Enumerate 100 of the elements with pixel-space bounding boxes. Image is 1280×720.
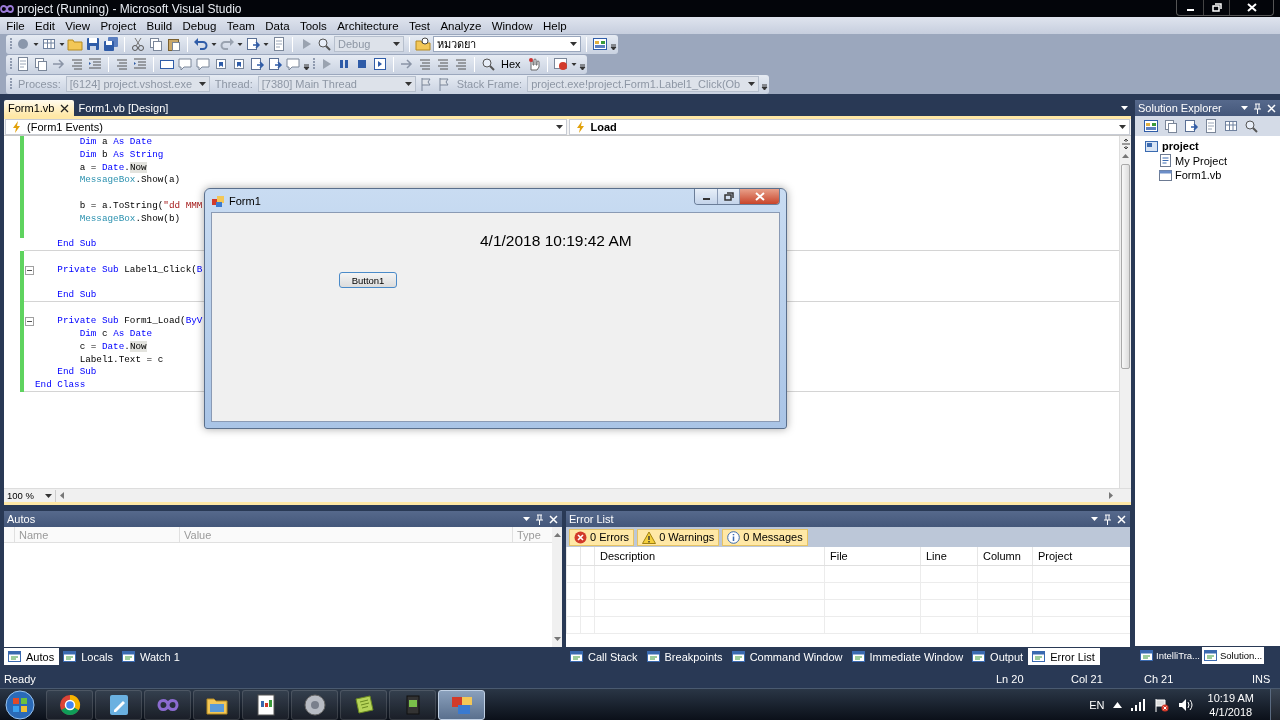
speaker-icon[interactable] <box>1177 697 1194 712</box>
column-header[interactable]: Project <box>1032 547 1128 565</box>
collapse-icon[interactable] <box>25 317 34 327</box>
close-icon <box>754 192 765 201</box>
form-button[interactable]: Button1 <box>339 272 397 288</box>
page-icon[interactable] <box>15 56 31 72</box>
menu-item[interactable]: Debug <box>177 19 222 32</box>
window-grid-icon[interactable] <box>592 36 608 52</box>
page-icon[interactable] <box>271 36 287 52</box>
toolbar-grip[interactable] <box>9 36 13 52</box>
menu-item[interactable]: Project <box>95 19 142 32</box>
hex-button[interactable]: Hex <box>498 57 524 71</box>
tree-item[interactable]: project <box>1162 140 1199 153</box>
page-arrow-icon[interactable] <box>245 36 261 52</box>
menu-item[interactable]: Edit <box>29 19 61 32</box>
collapse-icon[interactable] <box>25 265 34 275</box>
signal-icon[interactable] <box>1129 698 1146 711</box>
panel-title: Solution Explorer <box>1138 102 1222 114</box>
panel-tab[interactable]: Watch 1 <box>117 648 185 665</box>
bookmark-icon[interactable] <box>213 56 229 72</box>
floppy-disks-icon[interactable] <box>103 36 119 52</box>
toolbar-grip[interactable] <box>9 56 13 72</box>
panel-tab[interactable]: Breakpoints <box>642 648 728 665</box>
toolbar-grip[interactable] <box>312 56 316 72</box>
clock-time[interactable]: 10:19 AM <box>1207 690 1254 705</box>
copy-icon[interactable] <box>1163 118 1179 134</box>
dropdown-arrow-icon[interactable] <box>523 517 530 521</box>
magnifier-icon[interactable] <box>316 36 332 52</box>
panel-tab[interactable]: IntelliTra... <box>1138 647 1202 664</box>
document-tab[interactable]: Form1.vb <box>4 100 75 116</box>
grid-icon[interactable] <box>1223 118 1239 134</box>
language-indicator[interactable]: EN <box>1089 698 1105 711</box>
menu-item[interactable]: File <box>1 19 30 32</box>
vertical-scrollbar[interactable] <box>552 527 562 647</box>
column-header[interactable]: File <box>824 547 920 565</box>
grid-icon[interactable] <box>41 36 57 52</box>
page-icon[interactable] <box>1203 118 1219 134</box>
pin-icon[interactable] <box>1103 513 1112 525</box>
column-header[interactable]: Line <box>920 547 977 565</box>
dropdown-arrow-icon[interactable] <box>1091 517 1098 521</box>
filter-button[interactable]: 0 Warnings <box>637 528 720 546</box>
clipboard-icon[interactable] <box>166 36 182 52</box>
window-grid-icon[interactable] <box>1143 118 1159 134</box>
dropdown-arrow-icon[interactable] <box>1121 106 1128 110</box>
panel-tab[interactable]: Output <box>968 648 1029 665</box>
menu-item[interactable]: Data <box>260 19 295 32</box>
menu-item[interactable]: Tools <box>294 19 332 32</box>
taskbar-button[interactable] <box>438 689 485 720</box>
toolbar-grip[interactable] <box>9 76 13 92</box>
panel-tab[interactable]: Autos <box>4 648 60 665</box>
clock-date[interactable]: 4/1/2018 <box>1209 704 1253 719</box>
filter-button[interactable]: 0 Messages <box>722 528 808 546</box>
show-desktop-button[interactable] <box>1270 688 1280 720</box>
menu-item[interactable]: Window <box>486 19 538 32</box>
zoom-dropdown[interactable]: 100 % <box>4 489 56 502</box>
folder-magnifier-icon[interactable] <box>415 36 431 52</box>
undo-icon[interactable] <box>193 36 209 52</box>
panel-tab[interactable]: Solution... <box>1202 647 1265 664</box>
menu-item[interactable]: Test <box>403 19 436 32</box>
method-dropdown[interactable]: Load <box>568 119 1130 135</box>
menu-item[interactable]: Architecture <box>332 19 404 32</box>
magnifier-icon[interactable] <box>1243 118 1259 134</box>
menu-item[interactable]: View <box>60 19 96 32</box>
panel-tab[interactable]: Call Stack <box>566 648 643 665</box>
pin-icon[interactable] <box>535 513 544 525</box>
tree-item[interactable]: My Project <box>1175 154 1227 167</box>
scissors-icon[interactable] <box>130 36 146 52</box>
close-icon[interactable] <box>60 103 70 113</box>
menu-item[interactable]: Team <box>221 19 261 32</box>
menu-item[interactable]: Build <box>141 19 178 32</box>
close-icon <box>1246 3 1257 12</box>
pin-icon[interactable] <box>1253 102 1262 114</box>
page-arrow-icon[interactable] <box>249 56 265 72</box>
panel-tab[interactable]: Error List <box>1028 648 1100 665</box>
tree-item[interactable]: Form1.vb <box>1175 169 1222 182</box>
menu-item[interactable]: Analyze <box>435 19 487 32</box>
filter-button[interactable]: 0 Errors <box>569 528 635 546</box>
panel-tab[interactable]: Immediate Window <box>847 648 969 665</box>
copy-icon[interactable] <box>33 56 49 72</box>
page-arrow-icon[interactable] <box>267 56 283 72</box>
vertical-scrollbar[interactable] <box>1119 136 1131 488</box>
panel-tab[interactable]: Command Window <box>727 648 848 665</box>
copy-icon[interactable] <box>148 36 164 52</box>
dropdown-arrow-icon[interactable] <box>1241 106 1248 110</box>
magnifier-icon[interactable] <box>480 56 496 72</box>
column-header[interactable]: Description <box>594 547 824 565</box>
restart-icon[interactable] <box>372 56 388 72</box>
flag-icon[interactable] <box>1153 697 1170 712</box>
panel-tab[interactable]: Locals <box>59 648 118 665</box>
breakpoint-icon[interactable] <box>552 56 569 72</box>
up-arrow-icon[interactable] <box>1112 701 1122 708</box>
column-header[interactable]: Column <box>977 547 1032 565</box>
document-tab[interactable]: Form1.vb [Design] <box>74 100 174 116</box>
minimize-button[interactable] <box>695 189 717 204</box>
menu-item[interactable]: Help <box>537 19 572 32</box>
bookmark-icon[interactable] <box>231 56 247 72</box>
class-dropdown[interactable]: (Form1 Events) <box>5 119 567 135</box>
find-field[interactable]: หมวดยา <box>433 36 581 52</box>
page-arrow-icon[interactable] <box>1183 118 1199 134</box>
maximize-button[interactable] <box>717 189 739 204</box>
